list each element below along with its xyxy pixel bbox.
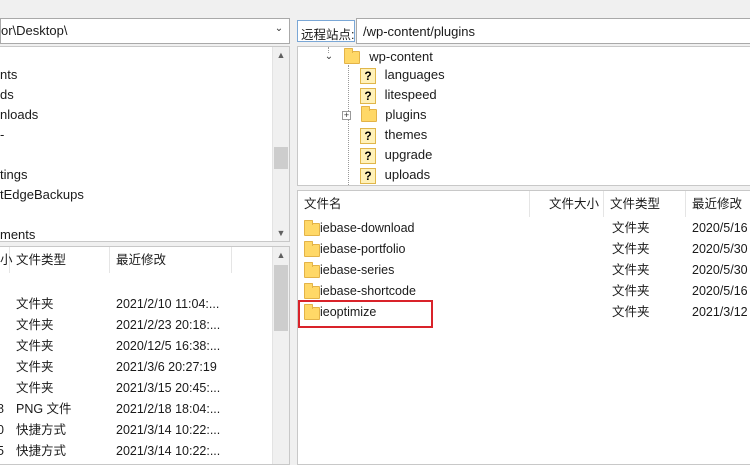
- question-folder-icon: ?: [360, 87, 376, 104]
- cell-type: 文件夹: [612, 242, 650, 256]
- column-header-modified[interactable]: 最近修改: [110, 247, 232, 273]
- cell-name: iebase-portfolio: [320, 242, 406, 256]
- tree-item-label: wp-content: [369, 49, 433, 64]
- remote-tree-item[interactable]: ? languages: [360, 65, 445, 85]
- folder-icon: [304, 262, 320, 278]
- expand-icon[interactable]: +: [342, 111, 351, 121]
- cell-type: 快捷方式: [16, 444, 67, 458]
- cell-modified: 2020/5/30: [692, 263, 748, 277]
- cell-size: 8: [0, 399, 4, 420]
- local-tree-item[interactable]: nloads: [0, 105, 38, 125]
- local-tree-item[interactable]: nts: [0, 65, 17, 85]
- remote-path-value: /wp-content/plugins: [363, 24, 476, 39]
- cell-type: 快捷方式: [16, 423, 67, 437]
- scroll-up-icon[interactable]: ▲: [273, 247, 289, 263]
- local-path-value: or\Desktop\: [1, 23, 68, 38]
- question-folder-icon: ?: [360, 167, 376, 184]
- cell-name: iebase-series: [320, 263, 395, 277]
- remote-tree-root[interactable]: ⌄ wp-content: [324, 47, 433, 67]
- scroll-up-icon[interactable]: ▲: [273, 47, 289, 63]
- cell-modified: 2021/3/14 10:22:...: [116, 444, 221, 458]
- remote-tree-item[interactable]: ? upgrade: [360, 145, 432, 165]
- folder-icon: [343, 48, 360, 65]
- column-header-type[interactable]: 文件类型: [10, 247, 110, 273]
- chevron-down-icon[interactable]: ⌄: [273, 23, 285, 35]
- cell-type: 文件夹: [612, 284, 650, 298]
- highlight-box: [298, 300, 433, 328]
- column-header-name[interactable]: 文件名: [298, 191, 530, 217]
- cell-modified: 2020/5/30: [692, 242, 748, 256]
- column-header-size[interactable]: 文件大小: [530, 191, 604, 217]
- cell-modified: 2020/5/16: [692, 221, 748, 235]
- scrollbar-thumb[interactable]: [274, 265, 288, 331]
- cell-modified: 2020/12/5 16:38:...: [116, 339, 221, 353]
- remote-tree-item[interactable]: ? themes: [360, 125, 427, 145]
- local-path-input[interactable]: or\Desktop\ ⌄: [0, 18, 290, 44]
- scroll-down-icon[interactable]: ▼: [273, 225, 289, 241]
- remote-site-label: 远程站点:: [297, 20, 355, 42]
- question-folder-icon: ?: [360, 147, 376, 164]
- cell-modified: 2021/3/15 20:45:...: [116, 381, 221, 395]
- column-header-type[interactable]: 文件类型: [604, 191, 686, 217]
- cell-size: 0: [0, 420, 4, 441]
- scrollbar-thumb[interactable]: [274, 147, 288, 169]
- folder-icon: [304, 220, 320, 236]
- cell-size: 5: [0, 441, 4, 462]
- local-tree-item[interactable]: -: [0, 125, 4, 145]
- local-tree-item[interactable]: ments: [0, 225, 35, 241]
- remote-directory-tree: ⌄ wp-content ? languages ? litespeed + p…: [297, 46, 750, 186]
- cell-modified: 2021/3/12: [692, 305, 748, 319]
- local-tree-item[interactable]: tEdgeBackups: [0, 185, 84, 205]
- question-folder-icon: ?: [360, 67, 376, 84]
- cell-modified: 2021/2/18 18:04:...: [116, 402, 221, 416]
- cell-modified: 2021/2/23 20:18:...: [116, 318, 221, 332]
- cell-type: PNG 文件: [16, 402, 72, 416]
- cell-modified: 2021/3/6 20:27:19: [116, 360, 217, 374]
- remote-tree-item-plugins[interactable]: + plugins: [342, 105, 426, 125]
- column-header-size[interactable]: 小: [0, 247, 13, 273]
- cell-type: 文件夹: [16, 381, 54, 395]
- remote-path-input[interactable]: /wp-content/plugins: [356, 18, 750, 44]
- cell-name: iebase-shortcode: [320, 284, 416, 298]
- cell-modified: 2021/3/14 10:22:...: [116, 423, 221, 437]
- local-tree-scrollbar[interactable]: ▲ ▼: [272, 47, 289, 241]
- local-tree-item[interactable]: tings: [0, 165, 27, 185]
- cell-name: iebase-download: [320, 221, 415, 235]
- remote-tree-item[interactable]: ? uploads: [360, 165, 430, 185]
- tree-connector: [348, 65, 349, 185]
- tree-item-label: languages: [384, 67, 445, 82]
- cell-type: 文件夹: [612, 263, 650, 277]
- folder-icon: [304, 283, 320, 299]
- cell-type: 文件夹: [612, 221, 650, 235]
- cell-modified: 2021/2/10 11:04:...: [116, 297, 220, 311]
- collapse-icon[interactable]: ⌄: [324, 52, 334, 63]
- cell-type: 文件夹: [16, 360, 54, 374]
- folder-icon: [304, 241, 320, 257]
- tree-item-label: upgrade: [384, 147, 433, 162]
- cell-type: 文件夹: [16, 297, 54, 311]
- cell-type: 文件夹: [16, 318, 54, 332]
- local-directory-tree: nts ds nloads - tings tEdgeBackups ments…: [0, 46, 290, 242]
- cell-type: 文件夹: [16, 339, 54, 353]
- tree-item-label: plugins: [385, 107, 427, 122]
- local-tree-item[interactable]: ds: [0, 85, 14, 105]
- tree-item-label: litespeed: [384, 87, 437, 102]
- cell-type: 文件夹: [612, 305, 650, 319]
- column-header-modified[interactable]: 最近修改: [686, 191, 750, 217]
- folder-icon: [360, 106, 377, 123]
- question-folder-icon: ?: [360, 127, 376, 144]
- tree-item-label: uploads: [384, 167, 431, 182]
- remote-tree-item[interactable]: ? litespeed: [360, 85, 437, 105]
- local-list-scrollbar[interactable]: ▲: [272, 247, 289, 464]
- tree-item-label: themes: [384, 127, 428, 142]
- cell-modified: 2020/5/16: [692, 284, 748, 298]
- local-file-list: 小 文件类型 最近修改 文件夹 2021/2/10 11:04:... 文件夹 …: [0, 246, 290, 465]
